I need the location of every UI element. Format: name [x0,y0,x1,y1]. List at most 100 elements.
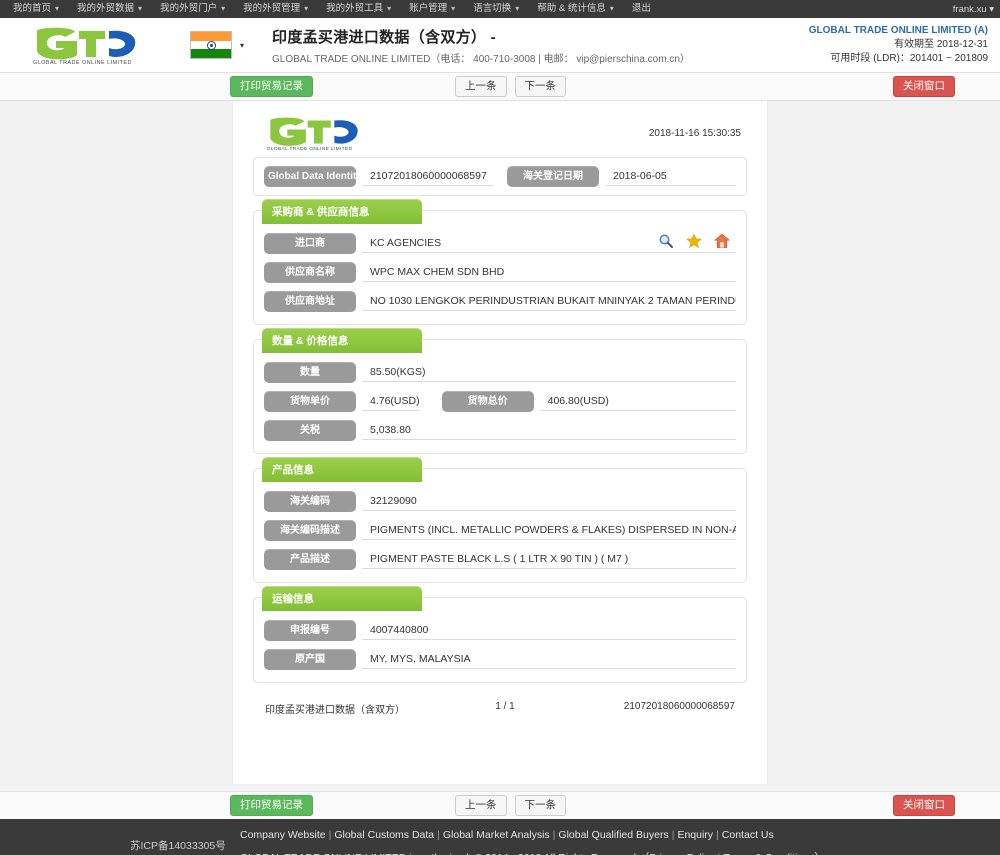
nav-item-label: 语言切换 [473,3,512,14]
sheet-logo-caption: GLOBAL TRADE ONLINE LIMITED [267,146,353,151]
sheet-footer-id: 21072018060000068597 [623,701,735,712]
record-sections: 采购商 & 供应商信息进口商 KC AGENCIES 供应商名称 WPC MAX CH… [251,199,749,683]
nav-item-5[interactable]: 账户管理 ▾ [400,0,464,18]
field-value: NO 1030 LENGKOK PERINDUSTRIAN BUKAIT MNI… [362,292,736,311]
sheet-footer-title: 印度孟买港进口数据（含双方） [265,705,405,716]
account-valid-until: 有效期至 2018-12-31 [894,39,988,50]
field-label: 进口商 [264,233,356,254]
nav-item-label: 我的外贸数据 [77,3,135,14]
print-record-button-bottom[interactable]: 打印贸易记录 [230,795,313,816]
footer-link-0[interactable]: Company Website [240,829,326,841]
field-row: 进口商 KC AGENCIES [264,233,736,254]
field-label: 关税 [264,420,356,441]
nav-item-label: 我的外贸门户 [160,3,218,14]
field-label: 原产国 [264,649,356,670]
chevron-down-icon: ▾ [55,4,60,13]
site-logo[interactable]: GLOBAL TRADE ONLINE LIMITED [10,25,160,65]
page-subtitle: GLOBAL TRADE ONLINE LIMITED（电话： 400-710-… [272,53,690,65]
star-icon[interactable] [686,233,702,249]
gto-logo-image: GLOBAL TRADE ONLINE LIMITED [31,25,139,65]
chevron-down-icon: ▾ [451,4,456,13]
previous-record-button-bottom[interactable]: 上一条 [455,795,507,816]
footer-link-3[interactable]: Global Qualified Buyers [558,829,668,841]
logo-caption: GLOBAL TRADE ONLINE LIMITED [33,60,132,65]
identity-box: Global Data Identity 2107201806000006859… [253,157,747,196]
footer-link-4[interactable]: Enquiry [677,829,713,841]
nav-item-7[interactable]: 帮助 & 统计信息 ▾ [528,0,623,18]
nav-item-4[interactable]: 我的外贸工具 ▾ [317,0,400,18]
field-value: WPC MAX CHEM SDN BHD [362,263,736,282]
field-label: 数量 [264,362,356,383]
next-record-button-bottom[interactable]: 下一条 [514,795,566,816]
footer-link-2[interactable]: Global Market Analysis [443,829,550,841]
icp-license: 苏ICP备14033305号 [130,839,226,852]
home-icon[interactable] [714,233,730,249]
record-section: 采购商 & 供应商信息进口商 KC AGENCIES 供应商名称 WPC MAX CH… [253,199,747,325]
section-title: 采购商 & 供应商信息 [262,199,422,224]
next-record-button[interactable]: 下一条 [514,76,566,97]
footer-link-1[interactable]: Global Customs Data [334,829,434,841]
sheet-header: GLOBAL TRADE ONLINE LIMITED 2018-11-16 1… [251,111,749,153]
india-flag-icon [190,31,232,59]
field-row: 海关编码描述 PIGMENTS (INCL. METALLIC POWDERS &… [264,520,736,541]
field-value: 4007440800 [362,621,736,640]
footer-link-5[interactable]: Contact Us [722,829,774,841]
field-row: 申报编号 4007440800 [264,620,736,641]
nav-item-2[interactable]: 我的外贸门户 ▾ [151,0,234,18]
field-label: 货物单价 [264,391,356,412]
field-row: 关税 5,038.80 [264,420,736,441]
nav-item-8[interactable]: 退出 [623,0,660,18]
page-title: 印度孟买港进口数据（含双方） - [272,28,496,46]
nav-item-0[interactable]: 我的首页 ▾ [4,0,68,18]
customs-date-value: 2018-06-05 [605,167,736,186]
close-window-button-bottom[interactable]: 关闭窗口 [893,795,955,816]
search-icon[interactable] [658,233,674,249]
user-menu[interactable]: frank.xu ▾ [953,4,994,15]
field-row: 原产国 MY, MYS, MALAYSIA [264,649,736,670]
country-flag-selector[interactable]: ▾ [190,31,244,59]
sheet-footer-page: 1 / 1 [495,701,515,712]
nav-item-3[interactable]: 我的外贸管理 ▾ [234,0,317,18]
page-header: GLOBAL TRADE ONLINE LIMITED ▾ 印度孟买港进口数据（… [0,18,1000,73]
chevron-down-icon: ▾ [221,4,226,13]
field-value: MY, MYS, MALAYSIA [362,650,736,669]
field-row: 供应商名称 WPC MAX CHEM SDN BHD [264,262,736,283]
row-action-icons [658,233,730,249]
footer-links: Company Website | Global Customs Data | Glob… [240,829,774,841]
nav-item-6[interactable]: 语言切换 ▾ [464,0,528,18]
field-value: PIGMENT PASTE BLACK L.S ( 1 LTR X 90 TIN… [362,550,736,569]
sheet-footer: 印度孟买港进口数据（含双方） 1 / 1 2107201806000006859… [251,701,749,716]
field-value: 32129090 [362,492,736,511]
field-value: 85.50(KGS) [362,363,736,382]
account-name: GLOBAL TRADE ONLINE LIMITED (A) [808,25,988,36]
section-title: 运输信息 [262,586,422,611]
field-label: 产品描述 [264,549,356,570]
record-timestamp: 2018-11-16 15:30:35 [648,127,741,139]
field-value: 5,038.80 [362,421,736,440]
top-navigation-bar: 我的首页 ▾ 我的外贸数据 ▾ 我的外贸门户 ▾ 我的外贸管理 ▾ 我的外贸工具 ▾ 账户管理 ▾ 语言… [0,0,1000,18]
chevron-down-icon: ▾ [387,4,392,13]
previous-record-button[interactable]: 上一条 [455,76,507,97]
record-section: 数量 & 价格信息 数量 85.50(KGS) 货物单价 4.76(USD) 货物总价 40… [253,328,747,454]
chevron-down-icon[interactable]: ▾ [240,41,244,50]
field-value: 4.76(USD) [362,392,420,411]
field-label: 供应商地址 [264,291,356,312]
page-footer: 苏ICP备14033305号 Company Website | Global Cu… [0,819,1000,855]
nav-item-label: 我的外贸工具 [326,3,384,14]
nav-item-label: 账户管理 [409,3,448,14]
footer-copyright: GLOBAL TRADE ONLINE LIMITED is authorize… [240,850,825,855]
field-value: PIGMENTS (INCL. METALLIC POWDERS & FLAKE… [362,521,736,540]
chevron-down-icon: ▾ [304,4,309,13]
field-row: 供应商地址 NO 1030 LENGKOK PERINDUSTRIAN BUKAI… [264,291,736,312]
gto-logo-svg: GLOBAL TRADE ONLINE LIMITED [33,27,136,65]
section-title: 数量 & 价格信息 [262,328,422,353]
field-value-secondary: 406.80(USD) [539,392,736,411]
account-available-range: 可用时段 (LDR)：201401 ~ 201809 [830,53,988,64]
print-record-button[interactable]: 打印贸易记录 [230,76,313,97]
field-row: 货物单价 4.76(USD) 货物总价 406.80(USD) [264,391,736,412]
footer-link-separator: | [437,829,440,841]
field-row: 产品描述 PIGMENT PASTE BLACK L.S ( 1 LTR X 90… [264,549,736,570]
nav-item-1[interactable]: 我的外贸数据 ▾ [68,0,151,18]
close-window-button[interactable]: 关闭窗口 [893,76,955,97]
nav-item-label: 我的外贸管理 [243,3,301,14]
